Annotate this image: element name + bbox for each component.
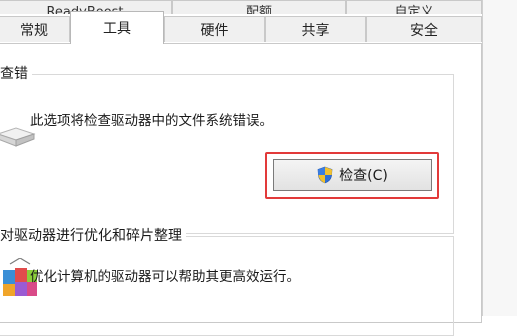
tab-security[interactable]: 安全 [366,16,482,42]
optimize-description: 优化计算机的驱动器可以帮助其更高效运行。 [30,269,300,285]
tab-sharing[interactable]: 共享 [265,16,366,42]
tab-label: 配额 [245,5,272,14]
tab-label: 安全 [410,22,438,39]
tab-quota[interactable]: 配额 [172,0,346,14]
uac-shield-icon [317,166,333,184]
tab-label: 硬件 [200,22,229,39]
tab-tools[interactable]: 工具 [70,11,164,44]
error-check-description: 此选项将检查驱动器中的文件系统错误。 [30,113,273,129]
tab-label: 自定义 [394,5,434,14]
group-title: 对驱动器进行优化和碎片整理 [0,225,186,245]
tab-label: 工具 [103,21,131,37]
tab-general[interactable]: 常规 [0,16,70,42]
tab-label: 共享 [301,22,330,39]
tools-panel: 查错 此选项将检查驱动器中的文件系统错误。 检查(C) 对驱动器进行优化和碎片整… [0,43,482,336]
check-button-label: 检查(C) [339,168,388,184]
window-right-edge [482,0,517,316]
optimize-group: 对驱动器进行优化和碎片整理 优化计算机的驱动器可以帮助其更高效运行。 [0,225,454,336]
tab-label: 常规 [20,22,48,39]
main-tabs-row: 常规 工具 硬件 共享 安全 [0,11,482,44]
group-title: 查错 [0,63,32,83]
check-button[interactable]: 检查(C) [273,159,432,191]
error-check-group: 查错 此选项将检查驱动器中的文件系统错误。 检查(C) [0,63,454,234]
drive-icon [0,127,36,147]
tab-hardware[interactable]: 硬件 [164,16,265,42]
tab-customize[interactable]: 自定义 [346,0,482,14]
